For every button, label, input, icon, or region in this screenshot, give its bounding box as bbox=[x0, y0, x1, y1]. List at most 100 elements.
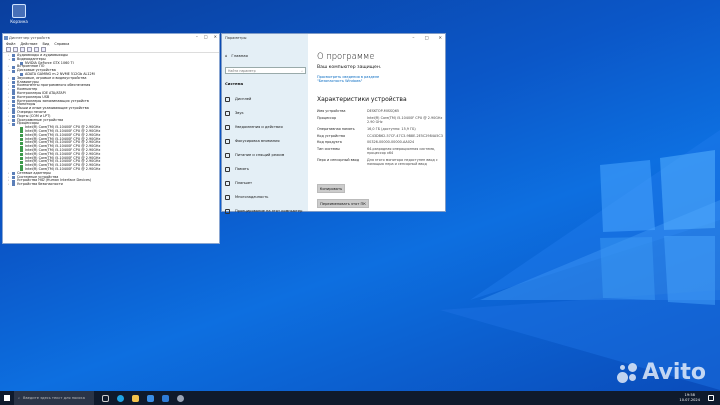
storage-icon bbox=[225, 166, 230, 172]
device-specs-heading: Характеристики устройства bbox=[317, 96, 407, 103]
processor-icon bbox=[20, 126, 23, 130]
device-category-icon bbox=[12, 172, 15, 176]
tree-item[interactable]: › Устройства безопасности bbox=[6, 182, 219, 187]
multitasking-icon bbox=[225, 194, 230, 200]
help-icon[interactable] bbox=[27, 46, 32, 52]
settings-nav-label: Фокусировка внимания bbox=[235, 139, 280, 143]
store-icon[interactable] bbox=[147, 394, 154, 402]
power-icon bbox=[225, 152, 230, 158]
settings-nav-item[interactable]: Звук bbox=[225, 106, 307, 120]
avito-watermark: Avito bbox=[617, 360, 706, 385]
avito-logo-icon bbox=[617, 362, 639, 383]
start-button[interactable] bbox=[0, 391, 14, 405]
notifications-icon bbox=[225, 124, 230, 130]
processor-icon bbox=[20, 160, 23, 164]
properties-icon[interactable] bbox=[20, 46, 25, 52]
spec-key: Имя устройства bbox=[317, 109, 346, 113]
spec-row: Тип системы 64-разрядная операционная сис… bbox=[317, 147, 447, 155]
settings-search-input[interactable]: Найти параметр ⌕ bbox=[225, 67, 306, 74]
scan-hardware-icon[interactable] bbox=[34, 46, 39, 52]
mail-icon[interactable] bbox=[162, 394, 169, 402]
settings-nav-label: Память bbox=[235, 167, 249, 171]
settings-nav-item[interactable]: Уведомления и действия bbox=[225, 120, 307, 134]
spec-key: Тип системы bbox=[317, 147, 340, 152]
device-manager-window: Диспетчер устройств – □ ✕ Файл Действие … bbox=[2, 33, 220, 244]
about-panel: – □ ✕ О программе Ваш компьютер защищен.… bbox=[314, 34, 445, 211]
settings-nav-item[interactable]: Питание и спящий режим bbox=[225, 148, 307, 162]
settings-nav-label: Питание и спящий режим bbox=[235, 153, 285, 157]
settings-nav-item[interactable]: Фокусировка внимания bbox=[225, 134, 307, 148]
notifications-icon[interactable] bbox=[708, 395, 714, 401]
spec-value: 00326-00000-00000-AA024 bbox=[367, 140, 415, 145]
tree-item-label: Устройства безопасности bbox=[17, 182, 63, 187]
processor-icon bbox=[20, 134, 23, 138]
device-manager-titlebar[interactable]: Диспетчер устройств – □ ✕ bbox=[3, 34, 219, 41]
recycle-bin-icon bbox=[12, 4, 26, 18]
settings-nav-item[interactable]: Проецирование на этот компьютер bbox=[225, 204, 307, 218]
processor-icon bbox=[20, 137, 23, 141]
device-manager-title: Диспетчер устройств bbox=[9, 35, 50, 40]
edge-icon[interactable] bbox=[117, 394, 124, 402]
settings-nav-label: Планшет bbox=[235, 181, 253, 185]
device-category-icon bbox=[12, 58, 15, 62]
settings-nav-item[interactable]: Многозадачность bbox=[225, 190, 307, 204]
spec-value: DESKTOP-MISSQ65 bbox=[367, 109, 400, 113]
taskbar-search-icon: ⌕ bbox=[18, 396, 21, 400]
processor-icon bbox=[20, 164, 23, 168]
close-icon[interactable]: ✕ bbox=[214, 34, 217, 39]
settings-nav-label: Дисплей bbox=[235, 97, 252, 101]
back-icon[interactable] bbox=[6, 46, 11, 52]
menu-action[interactable]: Действие bbox=[20, 42, 37, 46]
device-category-icon bbox=[12, 183, 15, 187]
forward-icon[interactable] bbox=[13, 46, 18, 52]
spec-value: Для этого монитора недоступен ввод с пом… bbox=[367, 158, 438, 167]
page-title: О программе bbox=[317, 51, 375, 61]
processor-icon bbox=[20, 145, 23, 149]
spec-value: Intel(R) Core(TM) i5-10400F CPU @ 2.90GH… bbox=[367, 115, 443, 124]
maximize-icon[interactable]: □ bbox=[204, 34, 208, 39]
security-link[interactable]: Просмотреть сведения в разделе "Безопасн… bbox=[317, 75, 407, 84]
settings-nav-item[interactable]: Память bbox=[225, 162, 307, 176]
spec-row: Процессор Intel(R) Core(TM) i5-10400F CPU… bbox=[317, 116, 447, 124]
settings-maximize-icon[interactable]: □ bbox=[425, 35, 429, 40]
device-category-icon bbox=[12, 69, 15, 73]
menu-view[interactable]: Вид bbox=[42, 42, 49, 46]
copy-button[interactable]: Копировать bbox=[317, 184, 345, 193]
recycle-bin-desktop-icon[interactable]: Корзина bbox=[4, 4, 34, 24]
device-tree: › Аудиовходы и аудиовыходы ⌄ Видеоадаптеры N… bbox=[3, 53, 219, 187]
spec-row: Имя устройства DESKTOP-MISSQ65 bbox=[317, 109, 447, 113]
settings-nav-item[interactable]: Планшет bbox=[225, 176, 307, 190]
clock[interactable]: 19:58 10.07.2024 bbox=[679, 393, 700, 403]
tablet-icon bbox=[225, 180, 230, 186]
spec-key: Процессор bbox=[317, 115, 337, 120]
spec-row: Перо и сенсорный ввод Для этого монитора … bbox=[317, 158, 447, 166]
rename-pc-button[interactable]: Переименовать этот ПК bbox=[317, 199, 369, 208]
device-category-icon bbox=[12, 88, 15, 92]
settings-window: Параметры ⌂ Главная Найти параметр ⌕ Сис… bbox=[221, 33, 446, 214]
device-category-icon bbox=[12, 175, 15, 179]
monitor-icon[interactable] bbox=[41, 46, 46, 52]
settings-section-system: Система bbox=[225, 81, 244, 86]
device-category-icon bbox=[12, 115, 15, 119]
device-manager-toolbar bbox=[3, 46, 219, 53]
taskbar-search-box[interactable]: ⌕ Введите здесь текст для поиска bbox=[14, 391, 94, 405]
file-explorer-icon[interactable] bbox=[132, 394, 139, 402]
settings-home[interactable]: ⌂ Главная bbox=[225, 53, 248, 58]
settings-nav-item[interactable]: Дисплей bbox=[225, 92, 307, 106]
processor-icon bbox=[20, 141, 23, 145]
settings-minimize-icon[interactable]: – bbox=[412, 35, 414, 40]
device-category-icon bbox=[12, 77, 15, 81]
settings-nav: Дисплей Звук Уведомления и действия Фокусир… bbox=[225, 92, 307, 218]
settings-search-placeholder: Найти параметр bbox=[228, 68, 256, 73]
menu-help[interactable]: Справка bbox=[54, 42, 69, 46]
settings-nav-label: Звук bbox=[235, 111, 244, 115]
settings-taskbar-icon[interactable] bbox=[177, 394, 184, 402]
spec-key: Код устройства bbox=[317, 133, 346, 138]
task-view-icon[interactable] bbox=[102, 394, 109, 402]
settings-close-icon[interactable]: ✕ bbox=[438, 35, 442, 40]
minimize-icon[interactable]: – bbox=[196, 34, 198, 39]
menu-file[interactable]: Файл bbox=[6, 42, 15, 46]
processor-icon bbox=[20, 130, 23, 134]
settings-sidebar: Параметры ⌂ Главная Найти параметр ⌕ Сис… bbox=[222, 34, 308, 214]
device-specs-table: Имя устройства DESKTOP-MISSQ65 Процессор In… bbox=[317, 109, 447, 169]
